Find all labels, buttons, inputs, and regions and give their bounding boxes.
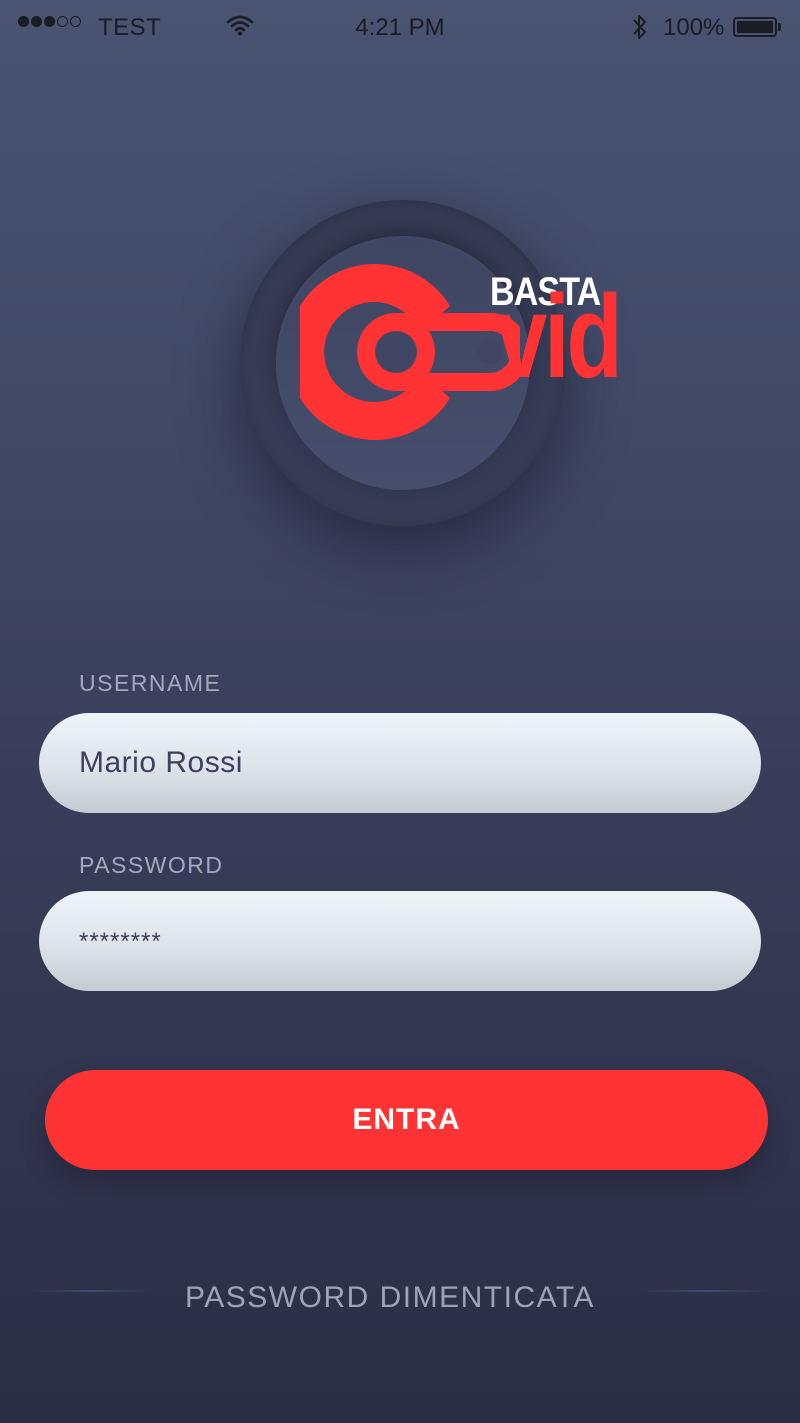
battery-percentage: 100% — [663, 14, 725, 41]
bluetooth-icon — [630, 12, 650, 49]
username-field[interactable]: Mario Rossi — [39, 713, 761, 813]
password-label: PASSWORD — [79, 852, 224, 878]
login-button[interactable]: ENTRA — [45, 1070, 768, 1170]
password-field[interactable]: ******** — [39, 891, 761, 991]
forgot-password-link[interactable]: PASSWORD DIMENTICATA — [0, 1281, 780, 1315]
brand-vid: vid — [496, 271, 623, 403]
covid-c-logo-icon — [300, 264, 520, 440]
username-label: USERNAME — [79, 670, 222, 696]
status-bar: TEST 4:21 PM 100% — [0, 0, 800, 56]
battery-cap — [778, 23, 781, 31]
login-button-label: ENTRA — [352, 1103, 461, 1136]
battery-icon — [733, 17, 777, 37]
password-value: ******** — [79, 928, 162, 955]
username-value: Mario Rossi — [79, 746, 243, 779]
